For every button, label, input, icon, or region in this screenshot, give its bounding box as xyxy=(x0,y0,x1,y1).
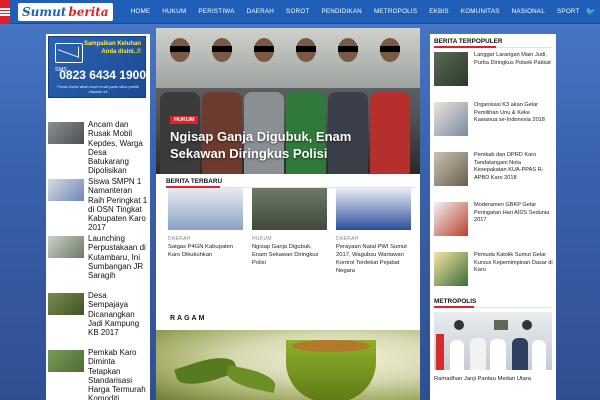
news-card-title[interactable]: Perayaan Natal PWI Sumut 2017, Wagubsu W… xyxy=(336,243,412,275)
popular-item[interactable]: Organisasi K3 akan Gelar Pemilihan Unu &… xyxy=(434,102,554,138)
metropolis-heading: METROPOLIS xyxy=(434,298,477,305)
ragam-image[interactable] xyxy=(156,330,420,400)
list-item[interactable]: Launching Perpustakaan di Kutambaru, Ini… xyxy=(46,218,150,280)
hero-title[interactable]: Ngisap Ganja Digubuk, Enam Sekawan Dirin… xyxy=(170,128,410,162)
ad-phone: 0823 6434 1900 xyxy=(59,68,146,82)
ad-footer: Pesan Anda akan kami muat pada situs pub… xyxy=(57,84,139,95)
list-item-title[interactable]: Pemkab Karo Diminta Tetapkan Standarisas… xyxy=(88,348,148,400)
nav-item[interactable]: HUKUM xyxy=(156,8,192,15)
list-item[interactable]: Ancam dan Rusak Mobil Kepdes, Warga Desa… xyxy=(46,104,150,175)
site-logo[interactable]: Sumut berita xyxy=(18,2,113,21)
list-item-thumbnail[interactable] xyxy=(48,350,84,372)
metropolis-divider xyxy=(434,306,552,308)
news-card-category[interactable]: HUKUM xyxy=(252,236,272,242)
left-sidebar: Sampaikan Keluhan Anda disini..!! SMS 08… xyxy=(46,34,150,400)
list-item-title[interactable]: Launching Perpustakaan di Kutambaru, Ini… xyxy=(88,234,148,280)
nav-item[interactable]: SPORT xyxy=(551,8,586,15)
main-nav: HOME HUKUM PERISTIWA DAERAH SOROT PENDIDIKAN M… xyxy=(125,8,586,15)
news-card-image[interactable] xyxy=(168,188,243,230)
popular-item-thumbnail[interactable] xyxy=(434,252,468,286)
nav-item[interactable]: DAERAH xyxy=(241,8,280,15)
metropolis-caption[interactable]: Ramadhan Janji Pantau Medan Utara xyxy=(434,376,552,382)
envelope-icon xyxy=(55,43,83,63)
tea-cup xyxy=(286,340,376,400)
news-card-image[interactable] xyxy=(336,188,411,230)
list-item-thumbnail[interactable] xyxy=(48,293,84,315)
censor-bar xyxy=(170,46,190,52)
nav-item[interactable]: SOROT xyxy=(280,8,315,15)
popular-item-title[interactable]: Pemuda Katolik Sumut Gelar Kursus Kepemi… xyxy=(474,252,554,275)
nav-item[interactable]: HOME xyxy=(125,8,157,15)
censor-bar xyxy=(380,46,400,52)
list-item-thumbnail[interactable] xyxy=(48,236,84,258)
leaf xyxy=(224,364,278,394)
nav-item[interactable]: KOMUNITAS xyxy=(455,8,506,15)
nav-item[interactable]: METROPOLIS xyxy=(368,8,423,15)
nav-item[interactable]: NASIONAL xyxy=(506,8,551,15)
popular-item[interactable]: Pemuda Katolik Sumut Gelar Kursus Kepemi… xyxy=(434,252,554,288)
censor-bar xyxy=(338,46,358,52)
popular-item-title[interactable]: Moderamen GBKP Gelar Peringatan Hari AID… xyxy=(474,202,554,225)
popular-item-title[interactable]: Pemkab dan DPRD Karo Tandatangani Nota K… xyxy=(474,152,554,182)
ad-line2: Anda disini..!! xyxy=(101,49,141,55)
twitter-icon[interactable]: 🐦 xyxy=(586,7,596,16)
nav-item[interactable]: EKBIS xyxy=(423,8,455,15)
metropolis-image[interactable] xyxy=(434,312,552,370)
news-card-category[interactable]: DAERAH xyxy=(336,236,359,242)
news-card-image[interactable] xyxy=(252,188,327,230)
popular-item-thumbnail[interactable] xyxy=(434,202,468,236)
left-news-list: Ancam dan Rusak Mobil Kepdes, Warga Desa… xyxy=(46,104,150,400)
popular-item[interactable]: Pemkab dan DPRD Karo Tandatangani Nota K… xyxy=(434,152,554,188)
nav-item[interactable]: PERISTIWA xyxy=(192,8,240,15)
popular-item[interactable]: Langgar Larangan Main Judi, Purba Diring… xyxy=(434,52,554,88)
popular-item[interactable]: Moderamen GBKP Gelar Peringatan Hari AID… xyxy=(434,202,554,238)
complaint-ad-banner[interactable]: Sampaikan Keluhan Anda disini..!! SMS 08… xyxy=(48,36,146,98)
list-item-title[interactable]: Desa Sempajaya Dicanangkan Jadi Kampung … xyxy=(88,291,148,337)
news-card-title[interactable]: Ngisap Ganja Digubuk, Enam Sekawan Dirin… xyxy=(252,243,328,267)
social-links: 🐦 f ◎ xyxy=(586,7,600,16)
list-item[interactable]: Pemkab Karo Diminta Tetapkan Standarisas… xyxy=(46,332,150,400)
hero-category-badge[interactable]: HUKUM xyxy=(170,116,199,124)
popular-item-title[interactable]: Organisasi K3 akan Gelar Pemilihan Unu &… xyxy=(474,102,554,125)
popular-item-thumbnail[interactable] xyxy=(434,152,468,186)
censor-bar xyxy=(254,46,274,52)
top-navbar: Sumut berita HOME HUKUM PERISTIWA DAERAH SORO… xyxy=(0,0,600,24)
list-item-thumbnail[interactable] xyxy=(48,179,84,201)
news-card-title[interactable]: Satgas P4GN Kabupaten Karo Dikukuhkan xyxy=(168,243,244,259)
censor-bar xyxy=(212,46,232,52)
popular-item-thumbnail[interactable] xyxy=(434,102,468,136)
hero-article[interactable]: HUKUM Ngisap Ganja Digubuk, Enam Sekawan… xyxy=(156,28,420,174)
logo-part2: berita xyxy=(68,4,109,19)
ragam-heading: RAGAM xyxy=(170,315,207,322)
news-card-category[interactable]: DAERAH xyxy=(168,236,191,242)
popular-heading: BERITA TERPOPULER xyxy=(434,38,503,45)
list-item-thumbnail[interactable] xyxy=(48,122,84,144)
popular-item-title[interactable]: Langgar Larangan Main Judi, Purba Diring… xyxy=(474,52,554,67)
right-sidebar: BERITA TERPOPULER Langgar Larangan Main … xyxy=(430,34,556,400)
censor-bar xyxy=(296,46,316,52)
popular-divider xyxy=(434,46,552,48)
menu-button[interactable] xyxy=(0,0,10,24)
ad-line1: Sampaikan Keluhan xyxy=(83,41,141,47)
nav-item[interactable]: PENDIDIKAN xyxy=(315,8,368,15)
list-item[interactable]: Desa Sempajaya Dicanangkan Jadi Kampung … xyxy=(46,275,150,337)
list-item[interactable]: Siswa SMPN 1 Namanteran Raih Peringkat 1… xyxy=(46,161,150,232)
main-column: HUKUM Ngisap Ganja Digubuk, Enam Sekawan… xyxy=(156,28,420,400)
hero-bg xyxy=(156,28,420,88)
logo-part1: Sumut xyxy=(22,4,67,19)
hamburger-icon xyxy=(0,7,10,16)
popular-item-thumbnail[interactable] xyxy=(434,52,468,86)
